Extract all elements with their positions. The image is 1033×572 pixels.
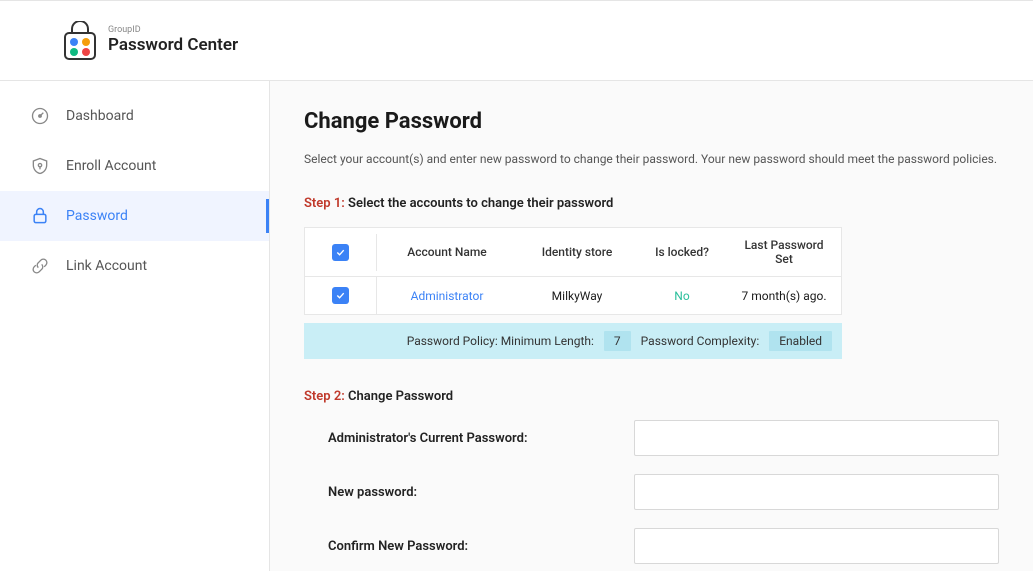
policy-minlength-value: 7	[604, 331, 631, 351]
sidebar-item-label: Enroll Account	[66, 158, 156, 174]
sidebar-item-label: Dashboard	[66, 108, 134, 124]
confirm-password-row: Confirm New Password:	[304, 528, 999, 564]
table-header-row: Account Name Identity store Is locked? L…	[305, 228, 841, 277]
accounts-table: Account Name Identity store Is locked? L…	[304, 227, 842, 315]
current-password-input[interactable]	[634, 420, 999, 456]
sidebar-item-password[interactable]: Password	[0, 191, 269, 241]
is-locked-value: No	[674, 289, 689, 303]
col-account: Account Name	[377, 235, 517, 269]
sidebar-item-label: Link Account	[66, 258, 147, 274]
col-lastset: Last Password Set	[727, 228, 841, 276]
col-store: Identity store	[517, 235, 637, 269]
page-hint: Select your account(s) and enter new pas…	[304, 152, 999, 166]
step2-header: Step 2: Change Password	[304, 389, 999, 404]
policy-complexity-label: Password Complexity:	[641, 334, 760, 348]
page-title: Change Password	[304, 109, 999, 134]
shield-icon	[30, 156, 50, 176]
last-password-set-value: 7 month(s) ago.	[727, 279, 841, 313]
confirm-password-label: Confirm New Password:	[304, 539, 634, 554]
new-password-input[interactable]	[634, 474, 999, 510]
identity-store-value: MilkyWay	[517, 279, 637, 313]
step1-header: Step 1: Select the accounts to change th…	[304, 196, 999, 211]
current-password-row: Administrator's Current Password:	[304, 420, 999, 456]
current-password-label: Administrator's Current Password:	[304, 431, 634, 446]
sidebar: Dashboard Enroll Account Password Link A…	[0, 81, 270, 571]
sidebar-item-link[interactable]: Link Account	[0, 241, 269, 291]
sidebar-item-dashboard[interactable]: Dashboard	[0, 91, 269, 141]
password-policy-row: Password Policy: Minimum Length: 7 Passw…	[304, 323, 842, 359]
brand-logo-icon	[62, 21, 98, 61]
brand-text: GroupID Password Center	[108, 26, 238, 55]
row-select-cell	[305, 277, 377, 314]
confirm-password-input[interactable]	[634, 528, 999, 564]
account-name-link[interactable]: Administrator	[411, 289, 484, 303]
step2-desc: Change Password	[348, 389, 453, 404]
select-all-checkbox[interactable]	[332, 244, 349, 261]
link-icon	[30, 256, 50, 276]
sidebar-item-enroll[interactable]: Enroll Account	[0, 141, 269, 191]
lock-icon	[30, 206, 50, 226]
dashboard-icon	[30, 106, 50, 126]
policy-minlength-label: Password Policy: Minimum Length:	[407, 334, 594, 348]
policy-complexity-value: Enabled	[769, 331, 832, 351]
select-all-cell	[305, 234, 377, 271]
sidebar-item-label: Password	[66, 208, 128, 224]
step2-label: Step 2:	[304, 389, 345, 404]
row-checkbox[interactable]	[332, 287, 349, 304]
main-content: Change Password Select your account(s) a…	[270, 81, 1033, 571]
app-header: GroupID Password Center	[0, 1, 1033, 81]
new-password-label: New password:	[304, 485, 634, 500]
col-locked: Is locked?	[637, 235, 727, 269]
brand-title: Password Center	[108, 36, 238, 55]
table-row: Administrator MilkyWay No 7 month(s) ago…	[305, 277, 841, 314]
step1-desc: Select the accounts to change their pass…	[348, 196, 613, 211]
new-password-row: New password:	[304, 474, 999, 510]
step1-label: Step 1:	[304, 196, 345, 211]
